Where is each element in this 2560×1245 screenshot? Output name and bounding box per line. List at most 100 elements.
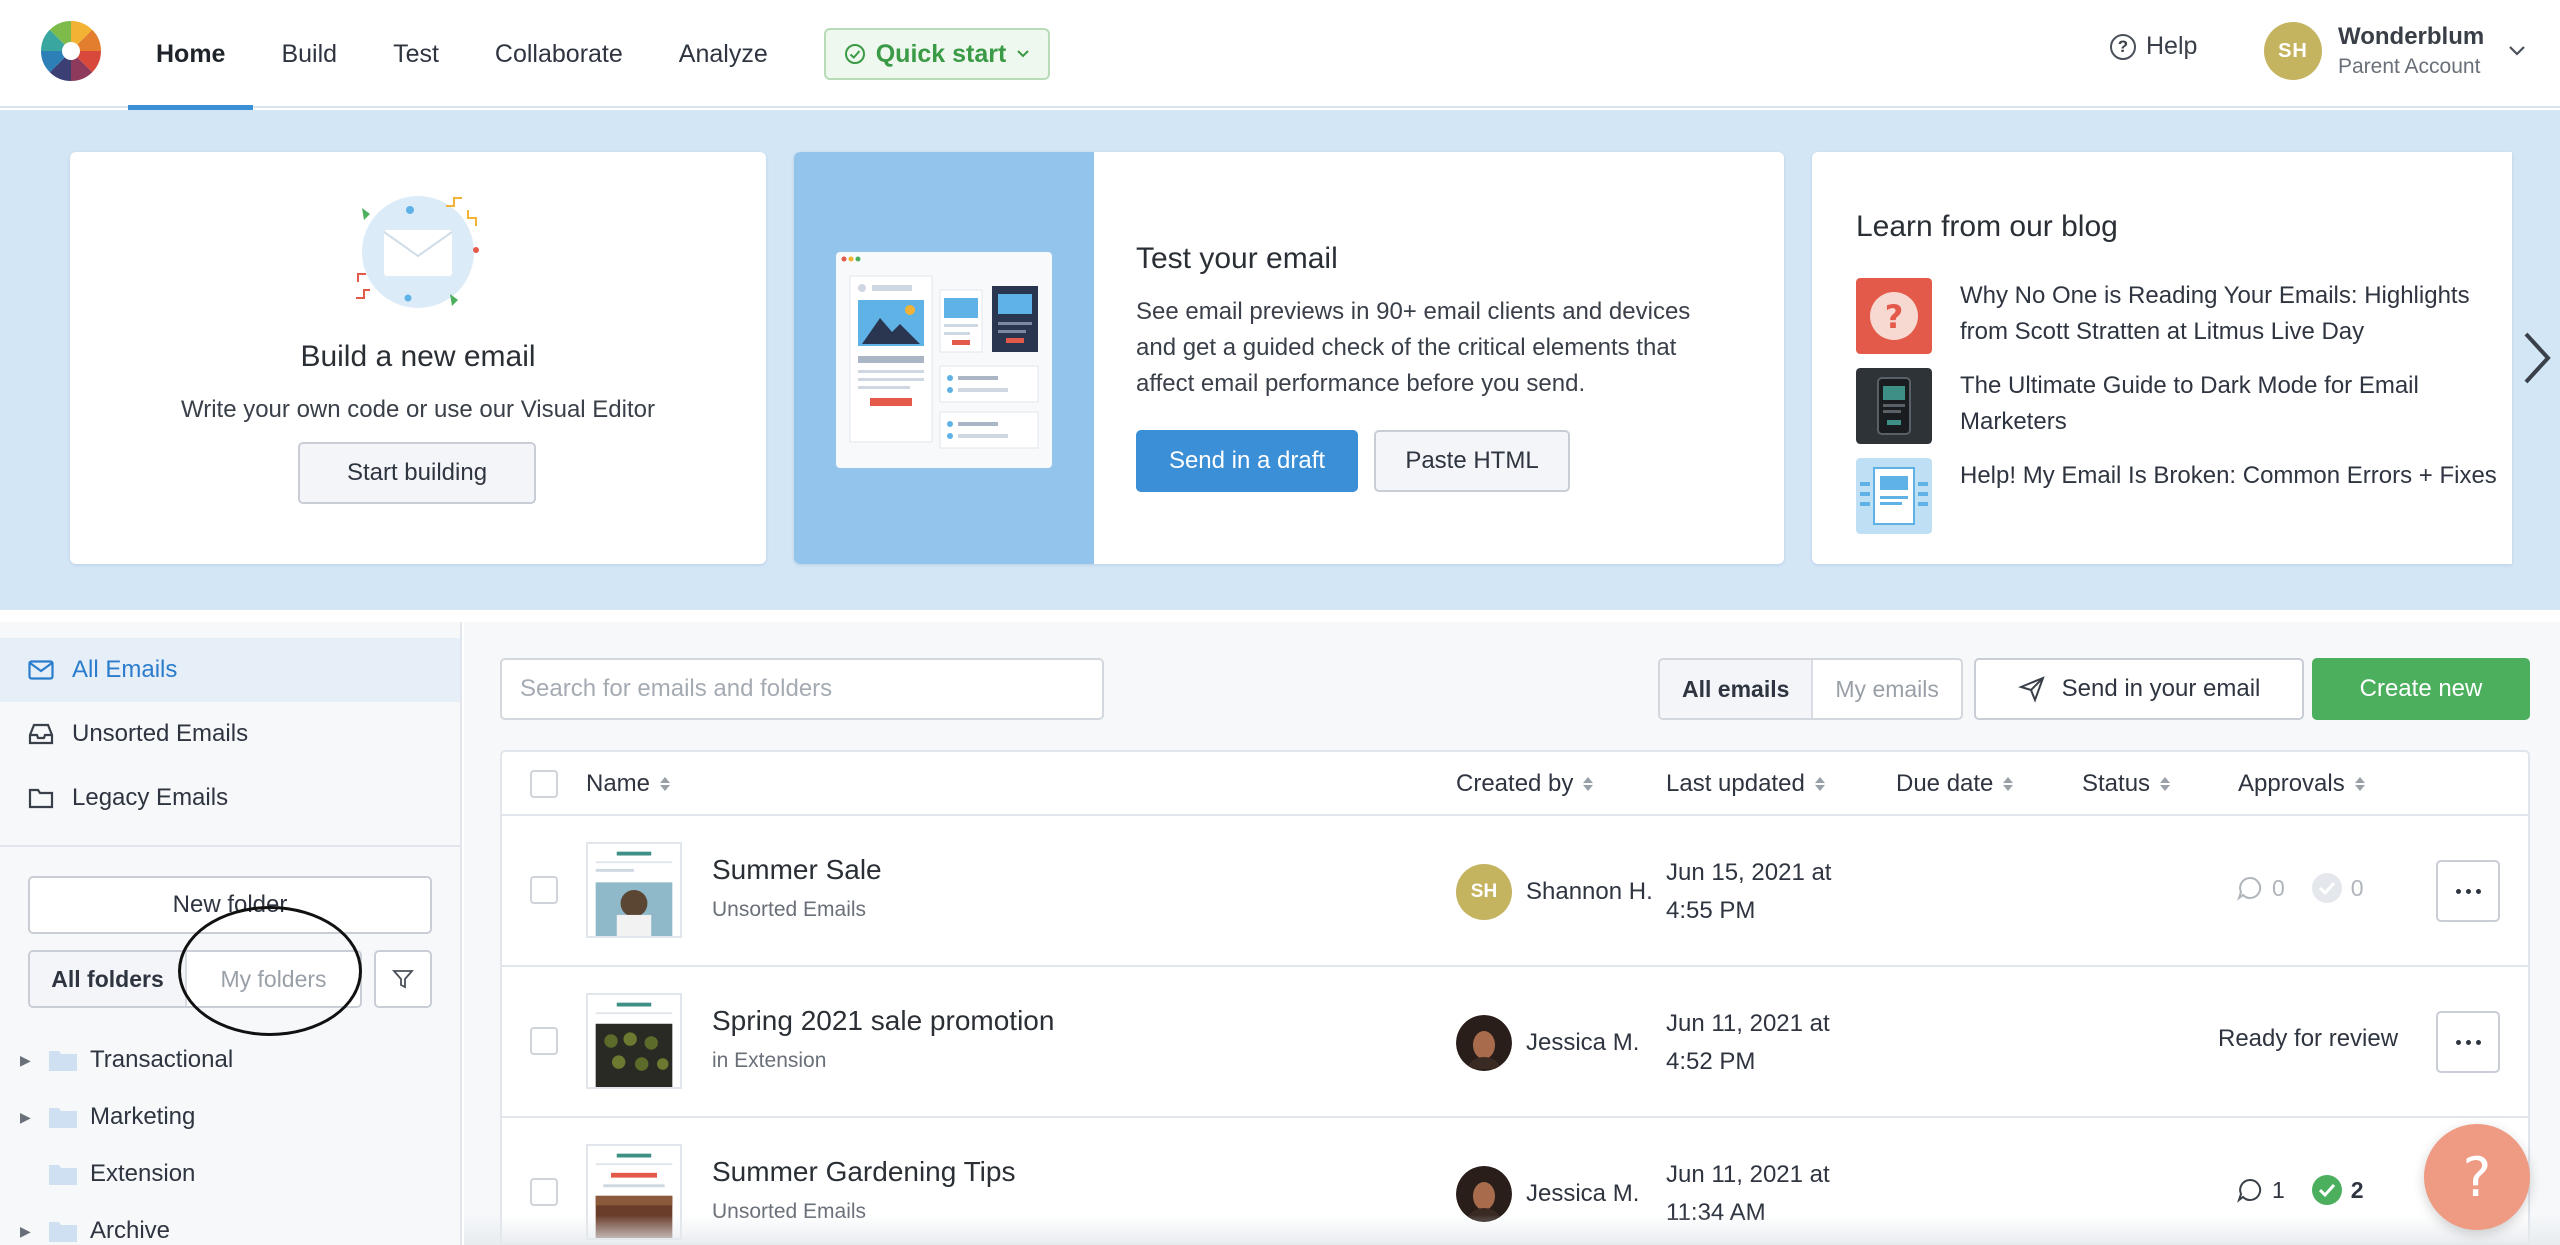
email-creator: Jessica M. xyxy=(1456,1166,1639,1222)
approvals-summary: 0 0 xyxy=(2236,872,2364,904)
nav-build[interactable]: Build xyxy=(253,0,365,108)
folder-sidebar: All Emails Unsorted Emails Legacy Emails… xyxy=(0,622,462,1245)
litmus-logo-icon[interactable] xyxy=(40,20,102,82)
account-menu[interactable]: SH Wonderblum Parent Account xyxy=(2264,22,2526,80)
send-in-draft-button[interactable]: Send in a draft xyxy=(1136,430,1358,492)
blog-post-title: Why No One is Reading Your Emails: Highl… xyxy=(1960,282,2470,345)
caret-right-icon[interactable]: ▶ xyxy=(20,1223,36,1240)
comment-icon xyxy=(2237,1178,2262,1203)
column-header-created-by[interactable]: Created by xyxy=(1456,752,1594,816)
approvals-summary: 1 2 xyxy=(2236,1174,2364,1206)
blog-title: Learn from our blog xyxy=(1856,210,2118,243)
column-header-name[interactable]: Name xyxy=(586,752,671,816)
chevron-down-icon xyxy=(1017,50,1030,58)
folder-item-extension[interactable]: Extension xyxy=(20,1154,195,1194)
tab-all-emails[interactable]: All emails xyxy=(1660,660,1812,718)
help-chat-button[interactable]: ? xyxy=(2424,1124,2530,1230)
creator-name: Jessica M. xyxy=(1526,1029,1640,1056)
sidebar-item-label: Legacy Emails xyxy=(72,784,229,811)
sidebar-item-unsorted-emails[interactable]: Unsorted Emails xyxy=(0,702,460,766)
sort-icon xyxy=(660,777,671,791)
inbox-icon xyxy=(28,723,54,745)
check-circle-icon xyxy=(844,44,865,64)
build-email-subtitle: Write your own code or use our Visual Ed… xyxy=(180,396,655,423)
test-email-description: See email previews in 90+ email clients … xyxy=(1136,298,1691,397)
sidebar-item-legacy-emails[interactable]: Legacy Emails xyxy=(0,766,460,830)
folder-outline-icon xyxy=(28,788,54,809)
email-creator: Jessica M. xyxy=(1456,1015,1639,1071)
tab-my-emails[interactable]: My emails xyxy=(1811,660,1961,718)
blog-post-3[interactable]: Help! My Email Is Broken: Common Errors … xyxy=(1856,458,2500,534)
table-header: Name Created by Last updated Due date St… xyxy=(502,752,2528,816)
email-title[interactable]: Summer Gardening Tips xyxy=(712,1156,1015,1188)
column-header-status[interactable]: Status xyxy=(2082,752,2171,816)
test-email-card: Test your email See email previews in 90… xyxy=(794,152,1784,564)
avatar: SH xyxy=(1456,864,1512,920)
email-folder: in Extension xyxy=(712,1049,827,1072)
blog-post-2[interactable]: The Ultimate Guide to Dark Mode for Emai… xyxy=(1856,368,2500,444)
chevron-right-icon[interactable] xyxy=(2520,330,2554,386)
folder-label: Marketing xyxy=(90,1103,196,1130)
blog-post-1[interactable]: ? Why No One is Reading Your Emails: Hig… xyxy=(1856,278,2500,354)
select-all-checkbox[interactable] xyxy=(530,770,558,798)
row-more-actions-button[interactable] xyxy=(2436,1011,2500,1073)
nav-analyze[interactable]: Analyze xyxy=(651,0,796,108)
email-title[interactable]: Summer Sale xyxy=(712,854,882,886)
start-building-button[interactable]: Start building xyxy=(298,442,536,504)
svg-text:?: ? xyxy=(1885,298,1904,336)
last-updated-date: Jun 15, 2021 at xyxy=(1666,859,1832,886)
sidebar-item-label: Unsorted Emails xyxy=(72,720,249,747)
nav-collaborate[interactable]: Collaborate xyxy=(467,0,651,108)
search-input[interactable] xyxy=(500,658,1104,720)
nav-home[interactable]: Home xyxy=(128,0,254,110)
dark-mode-phone-thumbnail-icon xyxy=(1856,368,1932,444)
comment-count: 0 xyxy=(2272,874,2285,901)
column-header-due-date[interactable]: Due date xyxy=(1896,752,2014,816)
table-row[interactable]: Summer Sale Unsorted Emails SH Shannon H… xyxy=(502,816,2528,967)
row-checkbox[interactable] xyxy=(530,876,558,904)
caret-right-icon[interactable]: ▶ xyxy=(20,1109,36,1126)
nav-test[interactable]: Test xyxy=(365,0,467,108)
tab-all-folders[interactable]: All folders xyxy=(30,952,186,1006)
row-checkbox[interactable] xyxy=(530,1027,558,1055)
filter-button[interactable] xyxy=(374,950,432,1008)
column-header-label: Last updated xyxy=(1666,770,1805,797)
caret-right-icon[interactable]: ▶ xyxy=(20,1052,36,1069)
email-preview-illustration-icon xyxy=(836,252,1052,468)
create-new-button[interactable]: Create new xyxy=(2312,658,2530,720)
email-thumbnail-summer-sale xyxy=(586,842,682,938)
folder-item-marketing[interactable]: ▶ Marketing xyxy=(20,1097,195,1137)
main-nav: Home Build Test Collaborate Analyze Quic… xyxy=(128,0,1051,110)
row-checkbox[interactable] xyxy=(530,1178,558,1206)
approval-count: 2 xyxy=(2350,1176,2364,1203)
email-table: Name Created by Last updated Due date St… xyxy=(500,750,2530,1245)
sort-icon xyxy=(1814,777,1825,791)
sort-icon xyxy=(2160,777,2171,791)
table-row[interactable]: Spring 2021 sale promotion in Extension … xyxy=(502,967,2528,1118)
comment-icon xyxy=(2237,876,2262,901)
sidebar-item-all-emails[interactable]: All Emails xyxy=(0,638,460,702)
last-updated: Jun 11, 2021 at 4:52 PM xyxy=(1666,1005,1830,1081)
column-header-last-updated[interactable]: Last updated xyxy=(1666,752,1825,816)
last-updated-date: Jun 11, 2021 at xyxy=(1666,1161,1830,1188)
row-more-actions-button[interactable] xyxy=(2436,860,2500,922)
folder-label: Extension xyxy=(90,1160,196,1187)
envelope-illustration-icon xyxy=(356,196,479,308)
quick-start-button[interactable]: Quick start xyxy=(823,28,1051,80)
folder-item-transactional[interactable]: ▶ Transactional xyxy=(20,1040,233,1080)
hand-drawn-circle-annotation xyxy=(178,906,362,1036)
column-header-label: Name xyxy=(586,770,651,797)
email-title[interactable]: Spring 2021 sale promotion xyxy=(712,1005,1054,1037)
envelope-icon xyxy=(28,660,54,680)
creator-name: Shannon H. xyxy=(1526,878,1653,905)
column-header-approvals[interactable]: Approvals xyxy=(2238,752,2365,816)
folder-label: Archive xyxy=(90,1217,171,1244)
folder-icon xyxy=(49,1051,77,1071)
paste-html-button[interactable]: Paste HTML xyxy=(1374,430,1570,492)
sort-icon xyxy=(2003,777,2014,791)
build-email-title: Build a new email xyxy=(300,340,536,373)
creator-name: Jessica M. xyxy=(1526,1180,1640,1207)
send-in-your-email-button[interactable]: Send in your email xyxy=(1974,658,2304,720)
folder-item-archive[interactable]: ▶ Archive xyxy=(20,1211,170,1245)
help-link[interactable]: ? Help xyxy=(2110,32,2197,61)
